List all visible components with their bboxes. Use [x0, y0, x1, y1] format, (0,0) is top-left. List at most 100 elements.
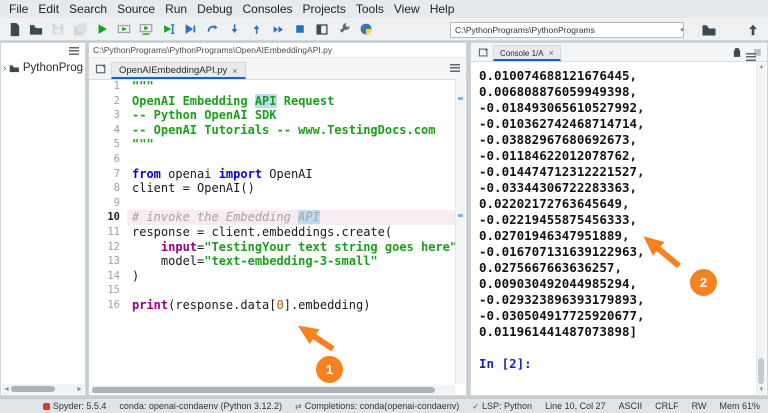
- console-output-line: -0.016707131639122963,: [479, 244, 757, 260]
- scroll-thumb[interactable]: [92, 387, 435, 393]
- console-output-line: -0.02219455875456333,: [479, 212, 757, 228]
- code-line: 10# invoke the Embedding API: [90, 210, 456, 225]
- code-line: 2OpenAI Embedding API Request: [90, 94, 456, 109]
- scroll-right-icon[interactable]: ►: [75, 386, 84, 393]
- console-output-line: -0.03344306722283363,: [479, 180, 757, 196]
- python-path-manager-icon[interactable]: [355, 20, 377, 38]
- project-horizontal-scrollbar[interactable]: ◄ ►: [2, 384, 84, 394]
- interrupt-kernel-icon[interactable]: [732, 47, 742, 58]
- project-tree-item[interactable]: › PythonProg: [1, 58, 85, 78]
- save-file-icon[interactable]: [47, 20, 69, 38]
- code-line: 14): [90, 269, 456, 284]
- scroll-up-icon[interactable]: ▲: [757, 64, 766, 70]
- status-lsp: ✓LSP: Python: [472, 401, 532, 411]
- menu-debug[interactable]: Debug: [192, 1, 237, 17]
- line-number: 16: [90, 298, 127, 313]
- line-number: 13: [90, 254, 127, 269]
- line-number: 6: [90, 152, 127, 167]
- menu-file[interactable]: File: [4, 1, 33, 17]
- debug-file-icon[interactable]: [179, 20, 201, 38]
- editor-tab[interactable]: OpenAIEmbeddingAPI.py ×: [111, 62, 246, 79]
- debug-step-into-icon[interactable]: [223, 20, 245, 38]
- line-number: 15: [90, 283, 127, 298]
- code-token: client = OpenAI(): [132, 181, 255, 195]
- open-file-icon[interactable]: [25, 20, 47, 38]
- code-line: 6: [90, 152, 456, 167]
- line-number: 9: [90, 196, 127, 211]
- working-directory-combobox[interactable]: C:\PythonPrograms\PythonPrograms: [450, 22, 684, 38]
- occurrence-flag: [458, 214, 463, 217]
- maximize-pane-icon[interactable]: [311, 20, 333, 38]
- browse-working-directory-icon[interactable]: [698, 21, 720, 39]
- code-editor[interactable]: 1"""2OpenAI Embedding API Request3-- Pyt…: [90, 79, 456, 384]
- line-number: 12: [90, 240, 127, 255]
- new-file-icon[interactable]: [3, 20, 25, 38]
- menu-run[interactable]: Run: [160, 1, 192, 17]
- menu-help[interactable]: Help: [425, 1, 460, 17]
- run-cell-icon[interactable]: [113, 20, 135, 38]
- console-output-line: -0.03882967680692673,: [479, 132, 757, 148]
- editor-horizontal-scrollbar[interactable]: [90, 385, 455, 394]
- editor-vertical-scrollbar[interactable]: [455, 79, 465, 384]
- code-text: [127, 196, 456, 211]
- project-pane-header: [1, 43, 85, 58]
- editor-pane: C:\PythonPrograms\PythonPrograms\OpenAIE…: [88, 42, 467, 396]
- debug-step-return-icon[interactable]: [245, 20, 267, 38]
- working-directory-dropdown-icon[interactable]: ▾: [676, 22, 688, 38]
- code-token: response = client.embeddings.create(: [132, 225, 392, 239]
- breadcrumb: C:\PythonPrograms\PythonPrograms\OpenAIE…: [89, 43, 466, 58]
- browse-tabs-icon[interactable]: [475, 45, 491, 60]
- status-bar: Spyder: 5.5.4conda: openai-condaenv (Pyt…: [0, 398, 768, 413]
- editor-tab-label: OpenAIEmbeddingAPI.py: [119, 65, 227, 76]
- debug-run-line-icon[interactable]: [201, 20, 223, 38]
- menu-edit[interactable]: Edit: [33, 1, 64, 17]
- editor-options-menu-icon[interactable]: [450, 64, 460, 72]
- code-text: print(response.data[0].embedding): [127, 298, 456, 313]
- console-prompt[interactable]: In [2]:: [479, 356, 757, 372]
- menu-view[interactable]: View: [389, 1, 425, 17]
- run-cell-advance-icon[interactable]: [135, 20, 157, 38]
- tab-close-icon[interactable]: ×: [232, 66, 237, 76]
- console-tab-label: Console 1/A: [500, 49, 544, 58]
- scroll-thumb[interactable]: [11, 386, 55, 392]
- expand-arrow-icon[interactable]: ›: [3, 63, 6, 74]
- run-selection-icon[interactable]: [157, 20, 179, 38]
- scroll-thumb[interactable]: [758, 358, 764, 384]
- menu-source[interactable]: Source: [112, 1, 160, 17]
- save-all-icon[interactable]: [69, 20, 91, 38]
- run-file-icon[interactable]: [91, 20, 113, 38]
- parent-directory-icon[interactable]: [742, 21, 764, 39]
- scroll-down-icon[interactable]: ▼: [757, 387, 766, 393]
- stop-execution-icon[interactable]: [289, 20, 311, 38]
- browse-tabs-icon[interactable]: [93, 61, 109, 76]
- debug-continue-icon[interactable]: [267, 20, 289, 38]
- console-output-line: 0.010074688121676445,: [479, 68, 757, 84]
- menu-search[interactable]: Search: [64, 1, 112, 17]
- console-tab[interactable]: Console 1/A ×: [493, 45, 561, 61]
- console-output[interactable]: 0.010074688121676445,0.00680887605994939…: [472, 65, 757, 394]
- line-number: 7: [90, 167, 127, 182]
- console-tab-bar: Console 1/A ×: [471, 43, 767, 62]
- console-vertical-scrollbar[interactable]: ▲ ▼: [756, 63, 766, 394]
- menu-consoles[interactable]: Consoles: [237, 1, 297, 17]
- code-text: OpenAI Embedding API Request: [127, 94, 456, 109]
- code-line: 16print(response.data[0].embedding): [90, 298, 456, 313]
- code-token: 0: [277, 298, 284, 312]
- console-output-line: 0.02701946347951889,: [479, 228, 757, 244]
- console-options-menu-icon[interactable]: [746, 53, 756, 61]
- menu-projects[interactable]: Projects: [298, 1, 351, 17]
- menu-bar: FileEditSearchSourceRunDebugConsolesProj…: [0, 0, 768, 18]
- preferences-icon[interactable]: [333, 20, 355, 38]
- code-line: 1""": [90, 79, 456, 94]
- menu-tools[interactable]: Tools: [351, 1, 389, 17]
- code-token: "TestingYour text string goes here": [204, 240, 456, 254]
- tab-close-icon[interactable]: ×: [549, 48, 554, 58]
- code-line: 4-- OpenAI Tutorials -- www.TestingDocs.…: [90, 123, 456, 138]
- project-options-menu-icon[interactable]: [69, 47, 79, 55]
- status-spyder: Spyder: 5.5.4: [43, 401, 107, 411]
- code-token: openai: [161, 167, 219, 181]
- console-output-line: -0.029323896393179893,: [479, 292, 757, 308]
- code-token: "text-embedding-3-small": [204, 254, 377, 268]
- scroll-left-icon[interactable]: ◄: [2, 386, 11, 393]
- console-output-line: 0.02202172763645649,: [479, 196, 757, 212]
